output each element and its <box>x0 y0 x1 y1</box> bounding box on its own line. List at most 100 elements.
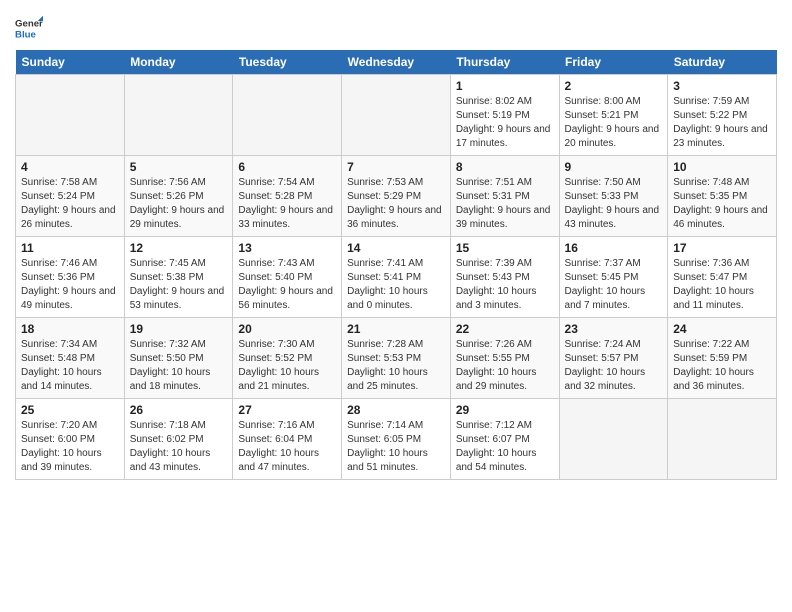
column-header-friday: Friday <box>559 50 668 75</box>
day-info: Sunrise: 7:59 AMSunset: 5:22 PMDaylight:… <box>673 95 771 151</box>
day-info: Sunrise: 7:32 AMSunset: 5:50 PMDaylight:… <box>130 338 228 394</box>
day-number: 14 <box>347 241 445 255</box>
day-number: 21 <box>347 322 445 336</box>
day-info: Sunrise: 7:30 AMSunset: 5:52 PMDaylight:… <box>238 338 336 394</box>
day-cell: 13Sunrise: 7:43 AMSunset: 5:40 PMDayligh… <box>233 237 342 318</box>
day-cell: 17 Sunrise: 7:36 AMSunset: 5:47 PMDayligh… <box>668 237 777 318</box>
day-number: 11 <box>21 241 119 255</box>
day-info: Sunrise: 7:28 AMSunset: 5:53 PMDaylight:… <box>347 338 445 394</box>
day-cell: 7 Sunrise: 7:53 AMSunset: 5:29 PMDaylight… <box>342 156 451 237</box>
day-number: 10 <box>673 160 771 174</box>
day-cell: 15 Sunrise: 7:39 AMSunset: 5:43 PMDayligh… <box>450 237 559 318</box>
day-cell: 18 Sunrise: 7:34 AMSunset: 5:48 PMDayligh… <box>16 318 125 399</box>
column-header-tuesday: Tuesday <box>233 50 342 75</box>
day-cell: 3 Sunrise: 7:59 AMSunset: 5:22 PMDaylight… <box>668 75 777 156</box>
day-number: 19 <box>130 322 228 336</box>
day-info: Sunrise: 7:26 AMSunset: 5:55 PMDaylight:… <box>456 338 554 394</box>
day-number: 4 <box>21 160 119 174</box>
day-number: 26 <box>130 403 228 417</box>
day-cell: 26 Sunrise: 7:18 AMSunset: 6:02 PMDayligh… <box>124 399 233 480</box>
day-number: 24 <box>673 322 771 336</box>
day-number: 9 <box>565 160 663 174</box>
day-number: 2 <box>565 79 663 93</box>
day-number: 8 <box>456 160 554 174</box>
day-number: 20 <box>238 322 336 336</box>
day-info: Sunrise: 7:20 AMSunset: 6:00 PMDaylight:… <box>21 419 119 475</box>
week-row-1: 1 Sunrise: 8:02 AMSunset: 5:19 PMDaylight… <box>16 75 777 156</box>
day-info: Sunrise: 7:37 AMSunset: 5:45 PMDaylight:… <box>565 257 663 313</box>
day-cell: 16 Sunrise: 7:37 AMSunset: 5:45 PMDayligh… <box>559 237 668 318</box>
day-cell: 10 Sunrise: 7:48 AMSunset: 5:35 PMDayligh… <box>668 156 777 237</box>
day-number: 16 <box>565 241 663 255</box>
calendar-table: SundayMondayTuesdayWednesdayThursdayFrid… <box>15 50 777 480</box>
day-cell <box>559 399 668 480</box>
day-info: Sunrise: 7:41 AMSunset: 5:41 PMDaylight:… <box>347 257 445 313</box>
day-cell: 14 Sunrise: 7:41 AMSunset: 5:41 PMDayligh… <box>342 237 451 318</box>
day-number: 6 <box>238 160 336 174</box>
week-row-5: 25 Sunrise: 7:20 AMSunset: 6:00 PMDayligh… <box>16 399 777 480</box>
column-header-monday: Monday <box>124 50 233 75</box>
day-number: 22 <box>456 322 554 336</box>
day-cell <box>233 75 342 156</box>
day-cell: 4 Sunrise: 7:58 AMSunset: 5:24 PMDaylight… <box>16 156 125 237</box>
day-info: Sunrise: 7:43 AMSunset: 5:40 PMDaylight:… <box>238 257 336 313</box>
week-row-4: 18 Sunrise: 7:34 AMSunset: 5:48 PMDayligh… <box>16 318 777 399</box>
day-number: 5 <box>130 160 228 174</box>
column-header-wednesday: Wednesday <box>342 50 451 75</box>
day-info: Sunrise: 7:46 AMSunset: 5:36 PMDaylight:… <box>21 257 119 313</box>
day-info: Sunrise: 7:48 AMSunset: 5:35 PMDaylight:… <box>673 176 771 232</box>
day-number: 28 <box>347 403 445 417</box>
logo-icon: General Blue <box>15 14 43 42</box>
header-row: SundayMondayTuesdayWednesdayThursdayFrid… <box>16 50 777 75</box>
day-number: 1 <box>456 79 554 93</box>
day-info: Sunrise: 7:51 AMSunset: 5:31 PMDaylight:… <box>456 176 554 232</box>
day-cell: 19 Sunrise: 7:32 AMSunset: 5:50 PMDayligh… <box>124 318 233 399</box>
day-info: Sunrise: 7:14 AMSunset: 6:05 PMDaylight:… <box>347 419 445 475</box>
day-number: 3 <box>673 79 771 93</box>
column-header-saturday: Saturday <box>668 50 777 75</box>
day-info: Sunrise: 7:24 AMSunset: 5:57 PMDaylight:… <box>565 338 663 394</box>
day-info: Sunrise: 7:58 AMSunset: 5:24 PMDaylight:… <box>21 176 119 232</box>
day-number: 15 <box>456 241 554 255</box>
day-info: Sunrise: 8:00 AMSunset: 5:21 PMDaylight:… <box>565 95 663 151</box>
day-cell: 5 Sunrise: 7:56 AMSunset: 5:26 PMDaylight… <box>124 156 233 237</box>
day-info: Sunrise: 7:34 AMSunset: 5:48 PMDaylight:… <box>21 338 119 394</box>
day-cell: 23 Sunrise: 7:24 AMSunset: 5:57 PMDayligh… <box>559 318 668 399</box>
day-number: 18 <box>21 322 119 336</box>
day-info: Sunrise: 7:18 AMSunset: 6:02 PMDaylight:… <box>130 419 228 475</box>
svg-text:General: General <box>15 18 43 29</box>
day-info: Sunrise: 7:36 AMSunset: 5:47 PMDaylight:… <box>673 257 771 313</box>
day-cell <box>124 75 233 156</box>
day-cell: 21 Sunrise: 7:28 AMSunset: 5:53 PMDayligh… <box>342 318 451 399</box>
day-cell: 27Sunrise: 7:16 AMSunset: 6:04 PMDayligh… <box>233 399 342 480</box>
day-info: Sunrise: 7:39 AMSunset: 5:43 PMDaylight:… <box>456 257 554 313</box>
day-cell: 6 Sunrise: 7:54 AMSunset: 5:28 PMDaylight… <box>233 156 342 237</box>
day-cell <box>342 75 451 156</box>
day-info: Sunrise: 7:54 AMSunset: 5:28 PMDaylight:… <box>238 176 336 232</box>
day-info: Sunrise: 7:53 AMSunset: 5:29 PMDaylight:… <box>347 176 445 232</box>
day-number: 25 <box>21 403 119 417</box>
column-header-sunday: Sunday <box>16 50 125 75</box>
day-number: 17 <box>673 241 771 255</box>
day-info: Sunrise: 7:56 AMSunset: 5:26 PMDaylight:… <box>130 176 228 232</box>
day-info: Sunrise: 7:12 AMSunset: 6:07 PMDaylight:… <box>456 419 554 475</box>
day-info: Sunrise: 7:45 AMSunset: 5:38 PMDaylight:… <box>130 257 228 313</box>
week-row-2: 4 Sunrise: 7:58 AMSunset: 5:24 PMDaylight… <box>16 156 777 237</box>
day-cell: 9Sunrise: 7:50 AMSunset: 5:33 PMDaylight… <box>559 156 668 237</box>
day-cell: 12Sunrise: 7:45 AMSunset: 5:38 PMDayligh… <box>124 237 233 318</box>
logo: General Blue <box>15 14 43 42</box>
day-cell: 28 Sunrise: 7:14 AMSunset: 6:05 PMDayligh… <box>342 399 451 480</box>
week-row-3: 11 Sunrise: 7:46 AMSunset: 5:36 PMDayligh… <box>16 237 777 318</box>
column-header-thursday: Thursday <box>450 50 559 75</box>
day-info: Sunrise: 7:22 AMSunset: 5:59 PMDaylight:… <box>673 338 771 394</box>
day-cell: 1 Sunrise: 8:02 AMSunset: 5:19 PMDaylight… <box>450 75 559 156</box>
day-info: Sunrise: 7:16 AMSunset: 6:04 PMDaylight:… <box>238 419 336 475</box>
day-number: 23 <box>565 322 663 336</box>
day-number: 7 <box>347 160 445 174</box>
svg-text:Blue: Blue <box>15 30 36 41</box>
day-cell <box>668 399 777 480</box>
day-cell: 22 Sunrise: 7:26 AMSunset: 5:55 PMDayligh… <box>450 318 559 399</box>
day-cell: 11 Sunrise: 7:46 AMSunset: 5:36 PMDayligh… <box>16 237 125 318</box>
day-cell: 8 Sunrise: 7:51 AMSunset: 5:31 PMDaylight… <box>450 156 559 237</box>
day-info: Sunrise: 8:02 AMSunset: 5:19 PMDaylight:… <box>456 95 554 151</box>
